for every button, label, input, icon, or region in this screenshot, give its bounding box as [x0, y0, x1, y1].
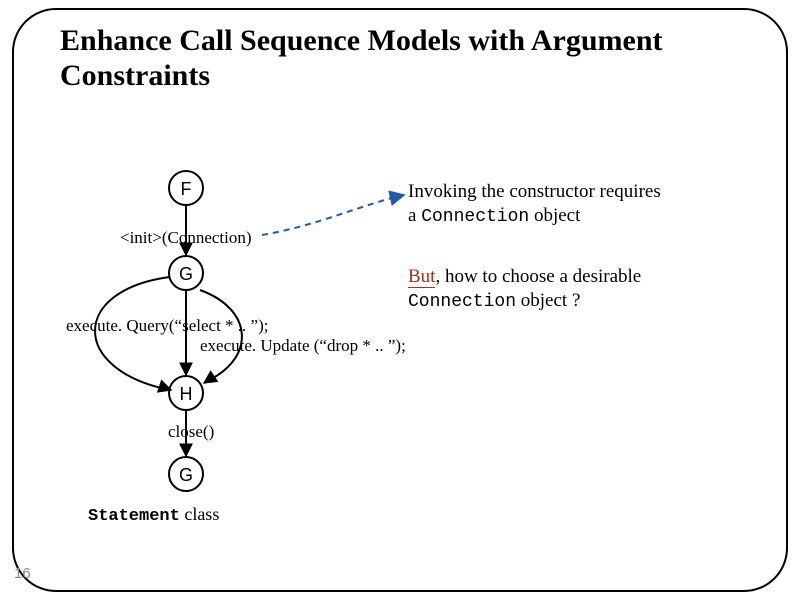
slide-number: 16 [14, 565, 31, 582]
anno-but: But [408, 266, 435, 288]
annotation-constructor: Invoking the constructor requires a Conn… [408, 180, 738, 228]
node-G-top: G [168, 255, 204, 291]
anno-bot-mono: Connection [408, 292, 516, 312]
edge-update-label: execute. Update (“drop * .. ”); [200, 336, 406, 356]
anno-top-mono: Connection [421, 207, 529, 227]
annotation-question: But, how to choose a desirable Connectio… [408, 265, 738, 313]
class-label-mono: Statement [88, 507, 180, 526]
anno-top-line2a: a [408, 205, 421, 226]
anno-bot-line1b: , how to choose a desirable [435, 266, 641, 287]
node-H: H [168, 375, 204, 411]
edge-init-label: <init>(Connection) [120, 228, 252, 248]
class-label: Statement class [88, 504, 219, 526]
anno-top-line2c: object [529, 205, 580, 226]
anno-bot-line2b: object ? [516, 290, 580, 311]
node-G-bottom: G [168, 456, 204, 492]
edge-query-label: execute. Query(“select * .. ”); [66, 316, 268, 336]
slide-title: Enhance Call Sequence Models with Argume… [60, 24, 680, 93]
edge-close-label: close() [168, 422, 214, 442]
node-F: F [168, 170, 204, 206]
class-label-plain: class [180, 504, 220, 524]
anno-top-line1: Invoking the constructor requires [408, 181, 661, 202]
